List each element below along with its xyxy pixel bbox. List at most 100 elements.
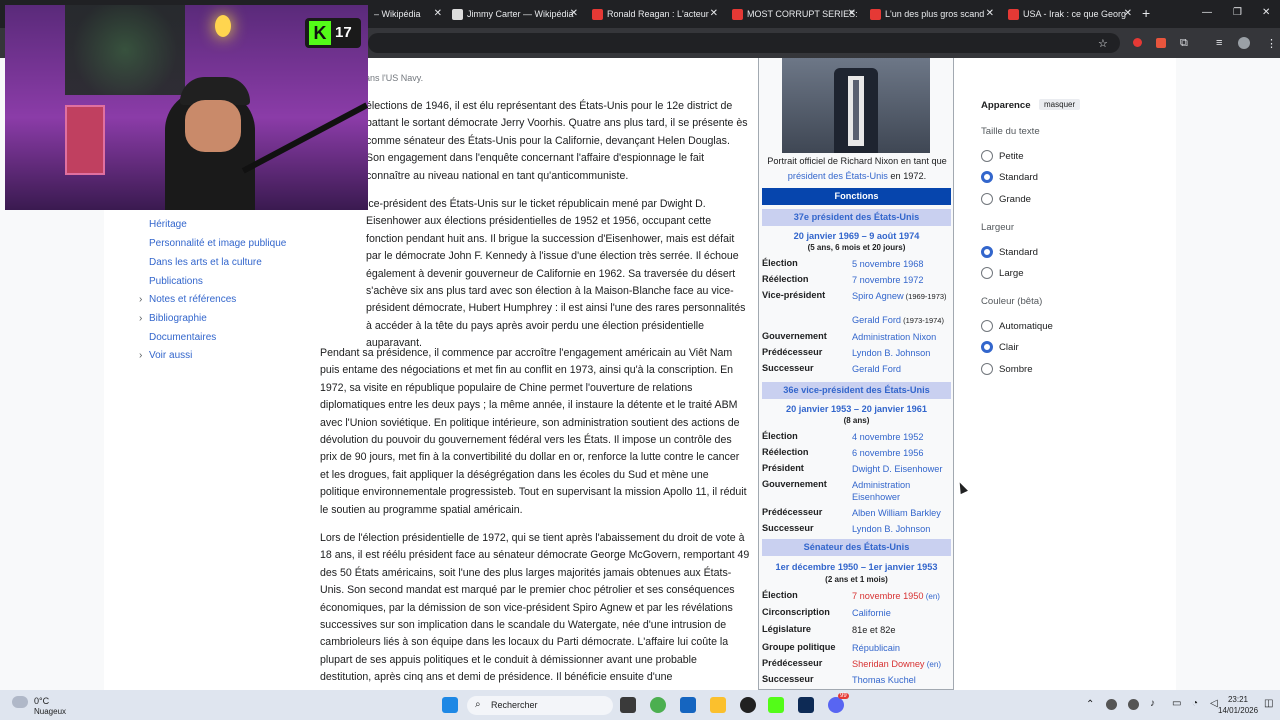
extension-icon[interactable] xyxy=(1133,38,1142,47)
tray-chevron-icon[interactable]: ⌃ xyxy=(1086,699,1094,710)
chrome-icon[interactable] xyxy=(650,697,666,713)
tab-close-icon[interactable]: ✕ xyxy=(434,8,442,19)
volume-icon[interactable]: ◁ xyxy=(1210,698,1218,709)
width-standard-option[interactable]: Standard xyxy=(981,246,1038,258)
color-dark-option[interactable]: Sombre xyxy=(981,363,1033,375)
app-icon[interactable] xyxy=(680,697,696,713)
taskbar-search[interactable]: ⌕ Rechercher xyxy=(467,696,613,715)
weather-temp[interactable]: 0°C xyxy=(34,696,49,706)
toc-item[interactable]: › Notes et références xyxy=(139,294,236,305)
infobox-row-value[interactable]: 5 novembre 1968 xyxy=(852,258,954,270)
infobox-row-value[interactable]: Dwight D. Eisenhower xyxy=(852,463,954,475)
toc-item[interactable]: Héritage xyxy=(149,219,187,230)
radio-selected-icon[interactable] xyxy=(981,341,993,353)
term-dates[interactable]: 20 janvier 1953 – 20 janvier 1961 xyxy=(762,403,951,415)
infobox-office-title[interactable]: 36e vice-président des États-Unis xyxy=(762,382,951,399)
browser-menu-icon[interactable]: ⋮ xyxy=(1266,37,1277,50)
notifications-icon[interactable]: ◫ xyxy=(1264,698,1273,709)
term-dates[interactable]: 20 janvier 1969 – 9 août 1974 xyxy=(762,230,951,242)
radio-icon[interactable] xyxy=(981,150,993,162)
network-icon[interactable]: ▭ xyxy=(1172,698,1181,709)
chevron-right-icon[interactable]: › xyxy=(139,313,142,324)
browser-tab[interactable]: USA - Irak : ce que Georg ✕ xyxy=(1002,4,1136,24)
width-large-option[interactable]: Large xyxy=(981,267,1024,279)
clock-date[interactable]: 14/01/2026 xyxy=(1218,706,1258,715)
text-size-standard-option[interactable]: Standard xyxy=(981,171,1038,183)
new-tab-button[interactable]: + xyxy=(1142,5,1150,21)
infobox-row-value[interactable]: 6 novembre 1956 xyxy=(852,447,954,459)
radio-icon[interactable] xyxy=(981,320,993,332)
infobox-row-value[interactable]: 7 novembre 1972 xyxy=(852,274,954,286)
tab-close-icon[interactable]: ✕ xyxy=(570,8,578,19)
photoshop-icon[interactable] xyxy=(798,697,814,713)
extensions-puzzle-icon[interactable]: ⧉ xyxy=(1180,37,1188,50)
tab-close-icon[interactable]: ✕ xyxy=(710,8,718,19)
clock-time[interactable]: 23:21 xyxy=(1226,695,1248,704)
tray-app-icon[interactable] xyxy=(1128,699,1139,710)
browser-tab[interactable]: Jimmy Carter — Wikipédia ✕ xyxy=(446,4,582,24)
chevron-right-icon[interactable]: › xyxy=(139,294,142,305)
radio-selected-icon[interactable] xyxy=(981,246,993,258)
browser-tab[interactable]: L'un des plus gros scand ✕ xyxy=(864,4,998,24)
text-size-large-option[interactable]: Grande xyxy=(981,193,1031,205)
tab-close-icon[interactable]: ✕ xyxy=(986,8,994,19)
toc-item[interactable]: Dans les arts et la culture xyxy=(149,257,262,268)
hide-button[interactable]: masquer xyxy=(1039,99,1081,110)
infobox-office-title[interactable]: 37e président des États-Unis xyxy=(762,209,951,226)
browser-tab[interactable]: Ronald Reagan : L'acteur ✕ xyxy=(586,4,722,24)
tray-app-icon[interactable] xyxy=(1106,699,1117,710)
toc-item[interactable]: › Voir aussi xyxy=(139,350,192,361)
infobox-row-value[interactable]: Lyndon B. Johnson xyxy=(852,523,954,535)
radio-selected-icon[interactable] xyxy=(981,171,993,183)
weather-cloud-icon[interactable] xyxy=(12,696,28,708)
task-view-icon[interactable] xyxy=(620,697,636,713)
microphone-icon[interactable]: ♪ xyxy=(1150,698,1155,709)
tab-close-icon[interactable]: ✕ xyxy=(1124,8,1132,19)
infobox-office-title[interactable]: Sénateur des États-Unis xyxy=(762,539,951,556)
bookmark-star-icon[interactable]: ☆ xyxy=(1098,37,1108,50)
address-bar[interactable] xyxy=(368,33,1120,53)
color-light-option[interactable]: Clair xyxy=(981,341,1019,353)
infobox-row-value[interactable]: Administration Nixon xyxy=(852,331,954,343)
close-window-button[interactable]: ✕ xyxy=(1262,7,1270,18)
profile-avatar[interactable] xyxy=(1238,37,1250,49)
reading-list-icon[interactable]: ≡ xyxy=(1216,37,1222,49)
obs-icon[interactable] xyxy=(740,697,756,713)
tab-close-icon[interactable]: ✕ xyxy=(848,8,856,19)
infobox-row-value[interactable]: Gerald Ford xyxy=(852,363,954,375)
minimize-button[interactable]: — xyxy=(1202,7,1212,18)
infobox-row-value[interactable]: Administration Eisenhower xyxy=(852,479,954,503)
color-auto-option[interactable]: Automatique xyxy=(981,320,1053,332)
infobox-row-value[interactable]: Spiro Agnew (1969-1973) xyxy=(852,290,954,303)
toc-item[interactable]: Personnalité et image publique xyxy=(149,238,286,249)
infobox-row-value[interactable]: Thomas Kuchel xyxy=(852,674,954,686)
maximize-button[interactable]: ❐ xyxy=(1233,7,1242,18)
infobox-row-value[interactable]: 4 novembre 1952 xyxy=(852,431,954,443)
infobox-row-value[interactable]: Sheridan Downey (en) xyxy=(852,658,954,671)
radio-icon[interactable] xyxy=(981,363,993,375)
caption-link[interactable]: président des États-Unis xyxy=(788,171,888,181)
toc-item[interactable]: Documentaires xyxy=(149,332,216,343)
browser-tab[interactable]: – Wikipédia ✕ xyxy=(368,4,446,24)
infobox-row-value[interactable]: Alben William Barkley xyxy=(852,507,954,519)
infobox-row-value[interactable]: Gerald Ford (1973-1974) xyxy=(852,314,954,327)
infobox-row-value[interactable]: 7 novembre 1950 (en) xyxy=(852,590,954,603)
infobox-row-value[interactable]: Lyndon B. Johnson xyxy=(852,347,954,359)
kick-app-icon[interactable] xyxy=(768,697,784,713)
browser-tab[interactable]: MOST CORRUPT SERIES: ✕ xyxy=(726,4,860,24)
radio-icon[interactable] xyxy=(981,267,993,279)
term-dates[interactable]: 1er décembre 1950 – 1er janvier 1953 xyxy=(762,561,951,573)
weather-status[interactable]: Nuageux xyxy=(34,707,66,716)
file-explorer-icon[interactable] xyxy=(710,697,726,713)
portrait-photo[interactable] xyxy=(782,58,930,153)
infobox-row-value[interactable]: Californie xyxy=(852,607,954,619)
chevron-right-icon[interactable]: › xyxy=(139,350,142,361)
toc-item[interactable]: Publications xyxy=(149,276,203,287)
wifi-icon[interactable]: ◔ xyxy=(1192,698,1198,709)
discord-icon[interactable] xyxy=(828,697,844,713)
toc-item[interactable]: › Bibliographie xyxy=(139,313,207,324)
infobox-row-value[interactable]: Républicain xyxy=(852,642,954,654)
radio-icon[interactable] xyxy=(981,193,993,205)
text-size-small-option[interactable]: Petite xyxy=(981,150,1024,162)
extension-icon[interactable] xyxy=(1156,38,1166,48)
